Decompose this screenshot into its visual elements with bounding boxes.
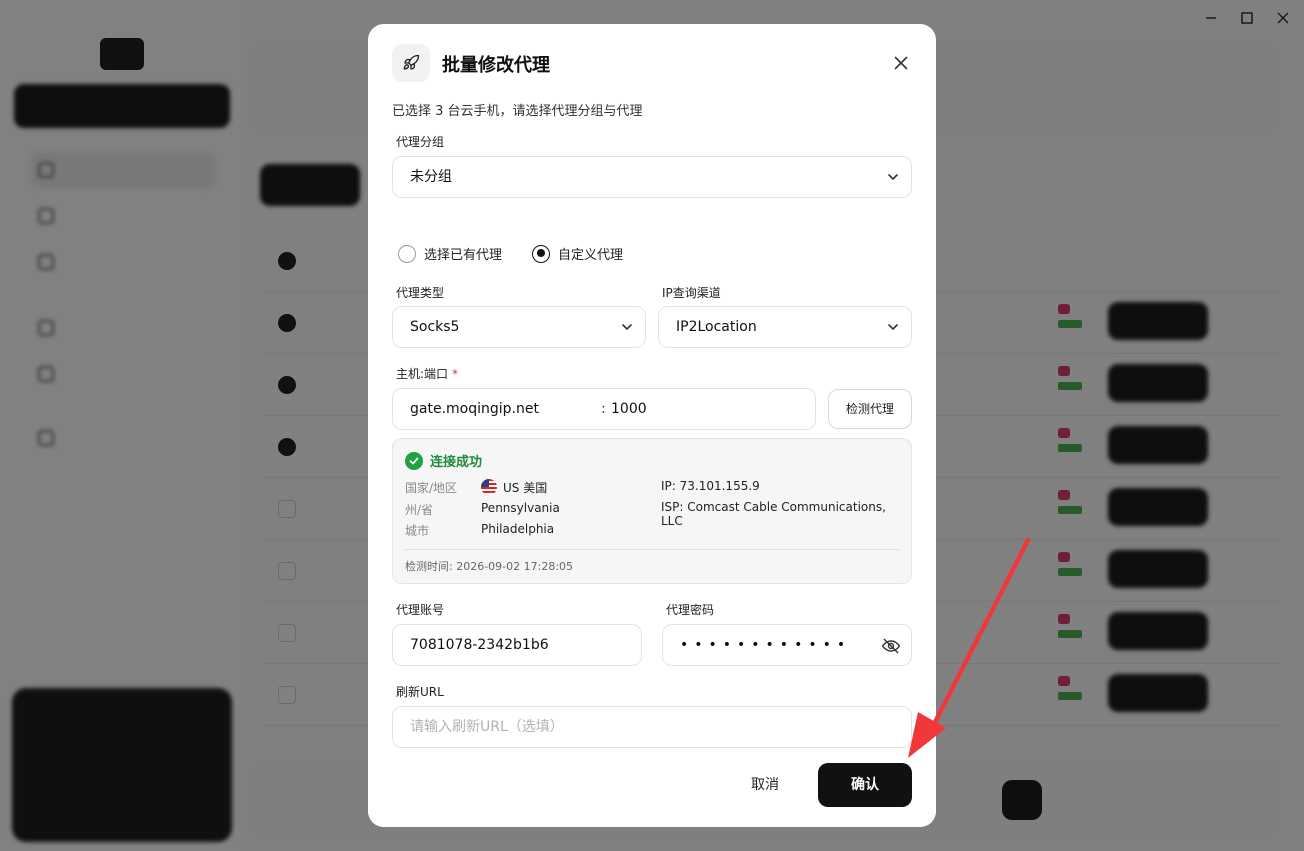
check-time: 检测时间: 2026-09-02 17:28:05 <box>405 560 574 573</box>
radio-label: 选择已有代理 <box>424 248 503 263</box>
modal-title: 批量修改代理 <box>442 55 550 76</box>
country-value: US 美国 <box>481 479 547 496</box>
radio-button-checked[interactable] <box>532 244 551 263</box>
success-text: 连接成功 <box>430 455 483 470</box>
batch-proxy-modal: 批量修改代理 已选择 3 台云手机，请选择代理分组与代理 代理分组 未分组 选择… <box>368 24 936 827</box>
radio-label: 自定义代理 <box>558 248 624 263</box>
eye-off-icon[interactable] <box>881 636 901 656</box>
proxy-type-value: Socks5 <box>410 319 460 335</box>
radio-existing-proxy[interactable]: 选择已有代理 <box>398 244 502 263</box>
required-mark: * <box>452 367 459 381</box>
account-input[interactable]: 7081078-2342b1b6 <box>392 624 642 666</box>
account-label: 代理账号 <box>396 603 445 617</box>
detection-result-panel: 连接成功 国家/地区 US 美国 州/省 Pennsylvania 城市 Phi… <box>392 438 912 584</box>
radio-custom-proxy[interactable]: 自定义代理 <box>532 244 623 263</box>
account-value: 7081078-2342b1b6 <box>410 637 549 653</box>
ip-channel-label: IP查询渠道 <box>662 286 721 300</box>
host-port-label: 主机:端口 * <box>396 365 458 382</box>
host-value: gate.moqingip.net <box>410 401 539 417</box>
password-value: •••••••••••• <box>680 637 852 653</box>
proxy-type-label: 代理类型 <box>396 286 445 300</box>
state-key: 州/省 <box>405 503 434 517</box>
modal-header: 批量修改代理 <box>392 44 912 82</box>
refresh-url-input[interactable]: 请输入刷新URL（选填） <box>392 706 912 748</box>
rocket-icon <box>392 44 430 82</box>
proxy-type-select[interactable]: Socks5 <box>392 306 646 348</box>
port-value: 1000 <box>611 401 647 417</box>
proxy-group-label: 代理分组 <box>396 135 445 149</box>
city-key: 城市 <box>405 524 430 538</box>
isp-value: ISP: Comcast Cable Communications, LLC <box>661 500 886 528</box>
proxy-group-value: 未分组 <box>410 169 452 185</box>
ip-value: IP: 73.101.155.9 <box>661 479 760 493</box>
us-flag-icon <box>481 479 497 495</box>
country-key: 国家/地区 <box>405 481 458 495</box>
success-status: 连接成功 <box>405 451 482 470</box>
detect-proxy-button[interactable]: 检测代理 <box>828 389 912 429</box>
refresh-url-placeholder: 请输入刷新URL（选填） <box>410 719 564 735</box>
divider <box>403 549 901 550</box>
ip-channel-select[interactable]: IP2Location <box>658 306 912 348</box>
host-port-label-text: 主机:端口 <box>396 367 449 381</box>
radio-button[interactable] <box>398 244 416 263</box>
close-icon[interactable] <box>890 52 912 74</box>
password-input[interactable]: •••••••••••• <box>662 624 912 666</box>
host-port-separator: : <box>601 401 606 417</box>
state-value: Pennsylvania <box>481 501 560 515</box>
proxy-group-select[interactable]: 未分组 <box>392 156 912 198</box>
city-value: Philadelphia <box>481 522 555 536</box>
chevron-down-icon <box>888 174 898 181</box>
refresh-url-label: 刷新URL <box>396 685 444 699</box>
country-text: US 美国 <box>503 481 548 495</box>
proxy-mode-radio-group: 选择已有代理 自定义代理 <box>398 244 653 263</box>
chevron-down-icon <box>888 324 898 331</box>
modal-subtitle: 已选择 3 台云手机，请选择代理分组与代理 <box>392 104 643 119</box>
ip-channel-value: IP2Location <box>676 319 757 335</box>
chevron-down-icon <box>622 324 632 331</box>
confirm-button[interactable]: 确认 <box>818 763 912 807</box>
host-port-input[interactable]: gate.moqingip.net : 1000 <box>392 388 816 430</box>
modal-footer: 取消 确认 <box>368 752 936 827</box>
password-label: 代理密码 <box>666 603 715 617</box>
modal-body[interactable]: 代理分组 未分组 选择已有代理 自定义代理 代理类型 Socks5 IP查询渠道… <box>368 120 936 752</box>
cancel-button[interactable]: 取消 <box>736 764 794 806</box>
check-circle-icon <box>405 451 423 470</box>
